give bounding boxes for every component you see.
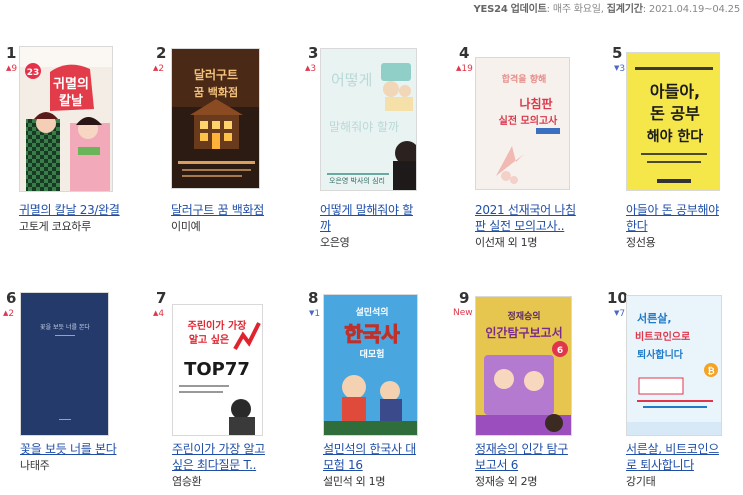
book-author-6: 나태주 — [20, 459, 50, 472]
svg-text:해야 한다: 해야 한다 — [647, 128, 704, 145]
svg-text:실전 모의고사: 실전 모의고사 — [499, 114, 558, 127]
book-author-5: 정선용 — [626, 236, 656, 249]
svg-text:아들아,: 아들아, — [650, 82, 700, 101]
book-title-9[interactable]: 정재승의 인간 탐구 보고서 6 — [475, 441, 595, 473]
rank-number: 8 — [308, 289, 319, 307]
book-author-2: 이미예 — [171, 220, 201, 233]
svg-text:23: 23 — [27, 68, 40, 78]
svg-text:꽃을 보듯 너를 본다: 꽃을 보듯 너를 본다 — [40, 323, 90, 331]
svg-text:어떻게: 어떻게 — [331, 71, 372, 89]
rank-change: ▲4 — [153, 309, 165, 319]
update-value: 매주 화요일 — [552, 4, 601, 15]
book-title-10[interactable]: 서른살, 비트코인으 로 퇴사합니다 — [626, 441, 743, 473]
svg-text:TOP77: TOP77 — [184, 359, 250, 380]
svg-text:나침판: 나침판 — [519, 96, 552, 111]
svg-text:₿: ₿ — [707, 366, 714, 377]
book-title-4[interactable]: 2021 선재국어 나침 판 실전 모의고사.. — [475, 202, 595, 234]
svg-text:주린이가 가장: 주린이가 가장 — [188, 319, 247, 332]
book-cover-4[interactable]: 합격을 향해 나침판 실전 모의고사 — [475, 57, 570, 190]
book-cover-2[interactable]: 달러구트 꿈 백화점 — [171, 48, 260, 189]
book-cover-5[interactable]: 아들아, 돈 공부 해야 한다 — [626, 52, 720, 191]
book-cover-9[interactable]: 정재승의 인간탐구보고서 6 — [475, 296, 572, 436]
rank-change: ▲2 — [3, 309, 15, 319]
rank-number: 10 — [607, 289, 628, 307]
rank-number: 6 — [6, 289, 17, 307]
book-title-7[interactable]: 주린이가 가장 알고 싶은 최다질문 T.. — [172, 441, 292, 473]
book-author-8: 설민석 외 1명 — [323, 475, 386, 488]
svg-text:정재승의: 정재승의 — [507, 310, 540, 322]
svg-text:인간탐구보고서: 인간탐구보고서 — [485, 325, 562, 340]
source-label: YES24 — [473, 4, 508, 15]
svg-text:꿈 백화점: 꿈 백화점 — [194, 85, 238, 99]
rank-change: ▲9 — [6, 64, 18, 74]
svg-text:달러구트: 달러구트 — [194, 67, 238, 82]
cover-art-how-to-talk: 어떻게 말해줘야 할까 오은영 박사의 심리 — [321, 49, 416, 190]
svg-text:돈 공부: 돈 공부 — [650, 104, 700, 123]
rank-number: 7 — [156, 289, 167, 307]
rank-change: ▲3 — [305, 64, 317, 74]
book-author-9: 정재승 외 2명 — [475, 475, 538, 488]
new-badge: New — [453, 308, 473, 318]
book-title-6[interactable]: 꽃을 보듯 너를 본다 — [20, 441, 145, 457]
book-cover-7[interactable]: 주린이가 가장 알고 싶은 TOP77 — [172, 304, 263, 436]
book-title-8[interactable]: 설민석의 한국사 대 모험 16 — [323, 441, 443, 473]
book-cover-10[interactable]: 서른살, 비트코인으로 퇴사합니다 ₿ — [626, 295, 722, 436]
book-cover-6[interactable]: 꽃을 보듯 너를 본다 — [20, 292, 109, 436]
rank-change: ▼7 — [614, 309, 626, 319]
cover-art-stock-top77: 주린이가 가장 알고 싶은 TOP77 — [173, 305, 262, 435]
book-cover-1[interactable]: 23 귀멸의 칼날 — [19, 46, 113, 192]
book-author-4: 이선재 외 1명 — [475, 236, 538, 249]
svg-text:말해줘야 할까: 말해줘야 할까 — [329, 120, 399, 134]
svg-text:설민석의: 설민석의 — [355, 306, 388, 318]
rank-number: 2 — [156, 44, 167, 62]
svg-text:칼날: 칼날 — [59, 94, 83, 109]
rank-change: ▲19 — [456, 64, 473, 74]
cover-art-dollargut: 달러구트 꿈 백화점 — [172, 49, 259, 188]
rank-number: 4 — [459, 44, 470, 62]
svg-text:한국사: 한국사 — [344, 322, 400, 346]
book-author-3: 오은영 — [320, 236, 350, 249]
svg-text:귀멸의: 귀멸의 — [53, 76, 89, 92]
rank-change: ▼1 — [309, 309, 321, 319]
svg-text:서른살,: 서른살, — [637, 311, 672, 325]
book-title-2[interactable]: 달러구트 꿈 백화점 — [171, 202, 291, 218]
book-title-3[interactable]: 어떻게 말해줘야 할까 — [320, 202, 440, 234]
svg-text:오은영 박사의 심리: 오은영 박사의 심리 — [329, 176, 385, 185]
rank-number: 1 — [6, 44, 17, 62]
book-author-10: 강기태 — [626, 475, 656, 488]
rank-number: 3 — [308, 44, 319, 62]
cover-art-human-report: 정재승의 인간탐구보고서 6 — [476, 297, 571, 435]
rank-change: ▲2 — [153, 64, 165, 74]
book-cover-3[interactable]: 어떻게 말해줘야 할까 오은영 박사의 심리 — [320, 48, 417, 191]
svg-text:6: 6 — [557, 346, 563, 356]
book-title-1[interactable]: 귀멸의 칼날 23/완결 — [19, 202, 134, 218]
svg-text:알고 싶은: 알고 싶은 — [189, 333, 229, 346]
rank-number: 9 — [459, 289, 470, 307]
svg-text:대모험: 대모험 — [360, 348, 385, 360]
cover-art-flowers: 꽃을 보듯 너를 본다 — [21, 293, 108, 435]
book-title-5[interactable]: 아들아 돈 공부해야 한다 — [626, 202, 743, 234]
svg-text:퇴사합니다: 퇴사합니다 — [637, 348, 684, 361]
cover-art-korean-history: 설민석의 한국사 대모험 — [324, 295, 417, 435]
book-author-1: 고토게 코요하루 — [19, 220, 91, 233]
update-label: 업데이트 — [510, 4, 547, 15]
book-author-7: 염승환 — [172, 475, 202, 488]
period-label: 집계기간 — [606, 4, 643, 15]
rank-number: 5 — [612, 44, 623, 62]
svg-text:비트코인으로: 비트코인으로 — [635, 330, 690, 343]
svg-text:합격을 향해: 합격을 향해 — [502, 73, 547, 85]
cover-art-compass-exam: 합격을 향해 나침판 실전 모의고사 — [476, 58, 569, 189]
cover-art-demon-slayer: 23 귀멸의 칼날 — [20, 47, 112, 191]
period-value: 2021.04.19~04.25 — [648, 4, 740, 15]
book-cover-8[interactable]: 설민석의 한국사 대모험 — [323, 294, 418, 436]
rank-change: ▼3 — [614, 64, 626, 74]
cover-art-son-money: 아들아, 돈 공부 해야 한다 — [627, 53, 719, 190]
ranking-header-info: YES24 업데이트: 매주 화요일, 집계기간: 2021.04.19~04.… — [473, 4, 740, 15]
cover-art-bitcoin: 서른살, 비트코인으로 퇴사합니다 ₿ — [627, 296, 721, 435]
